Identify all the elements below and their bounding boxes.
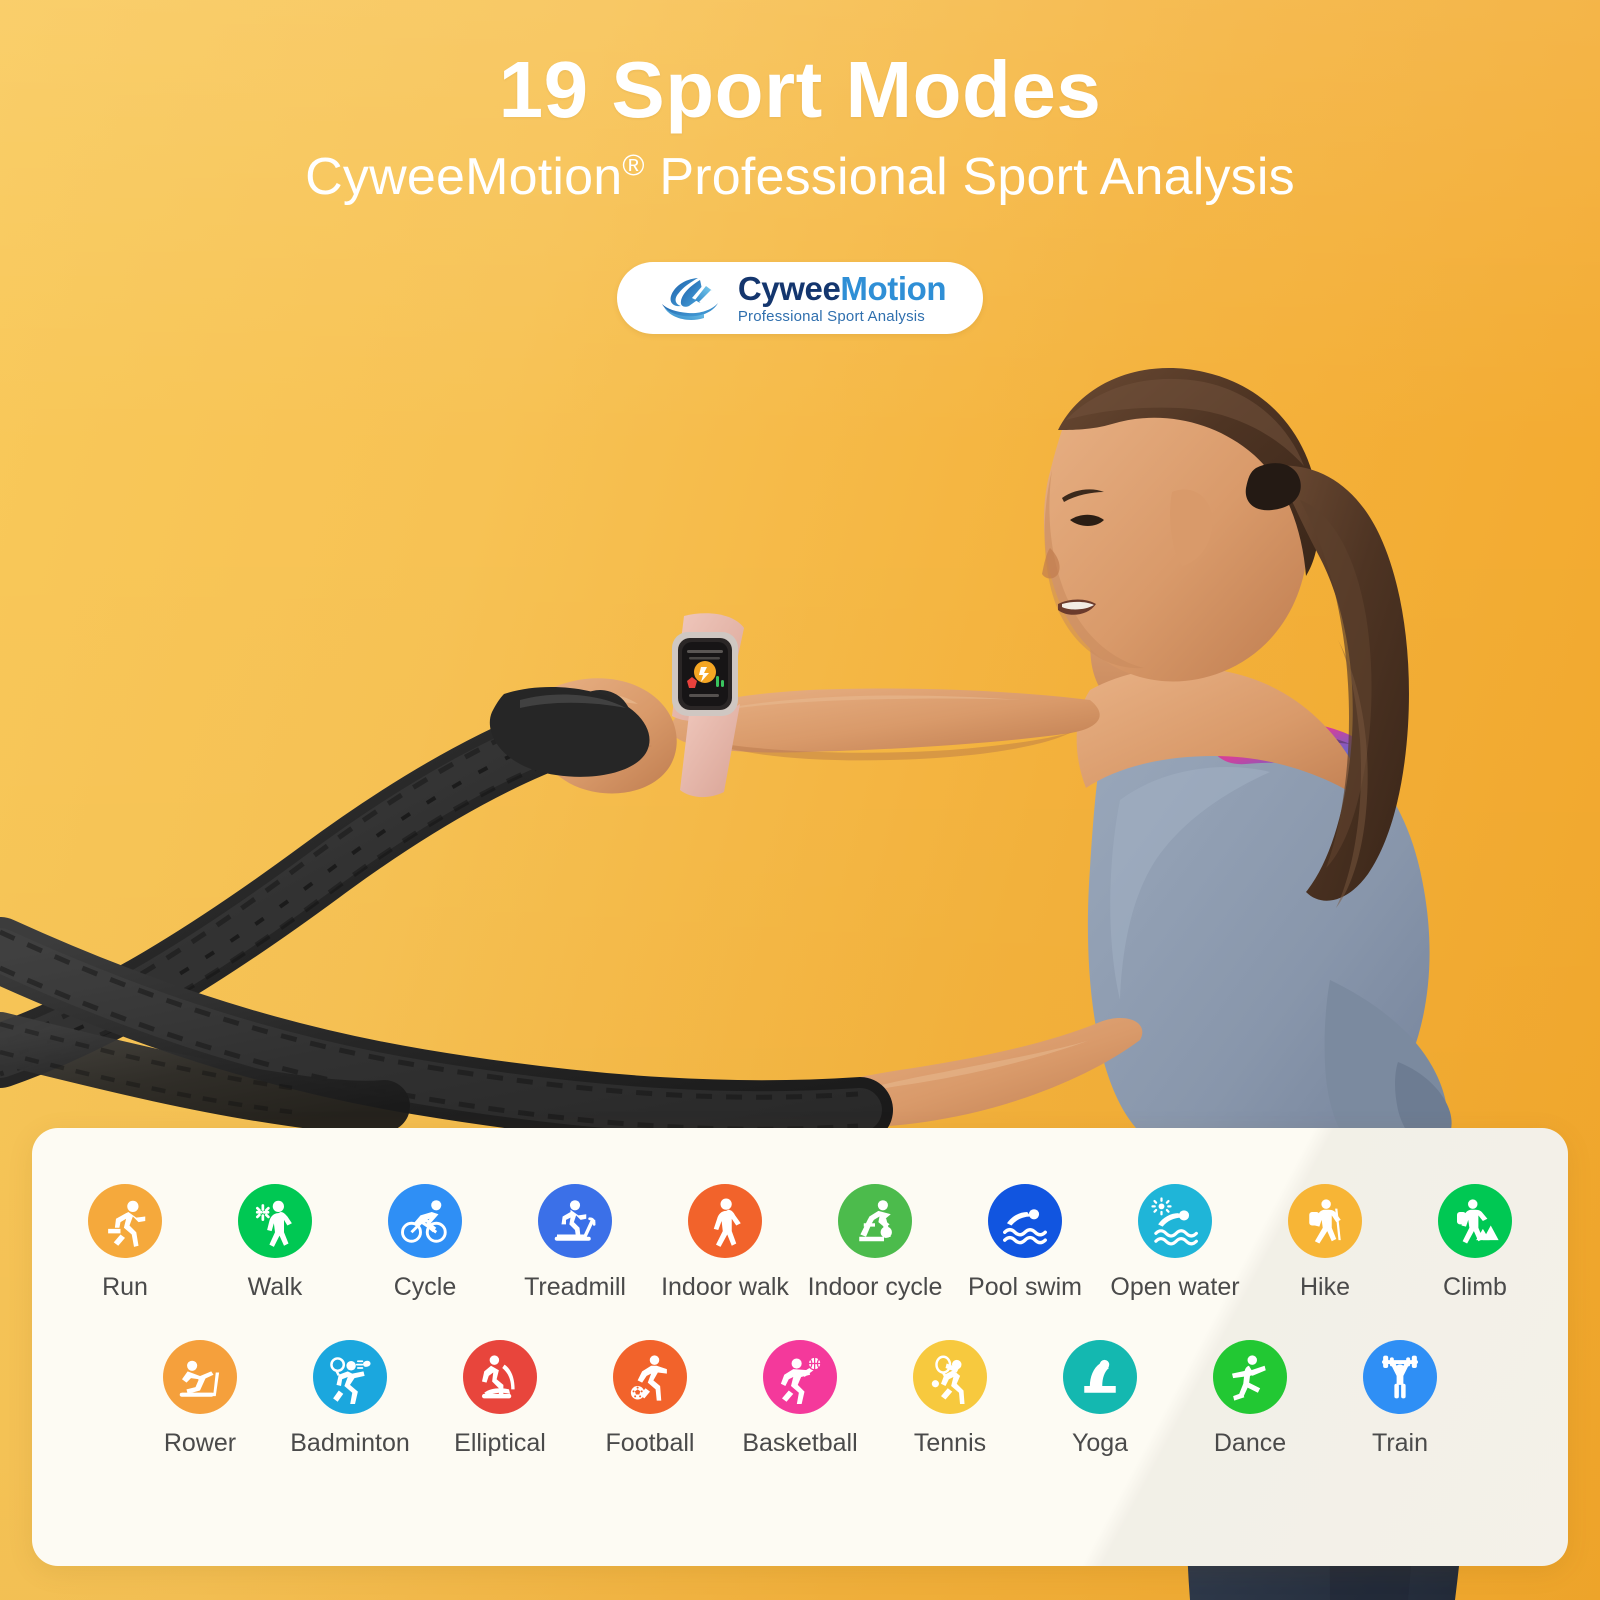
sport-item-train[interactable]: Train <box>1325 1340 1475 1458</box>
sport-item-treadmill[interactable]: Treadmill <box>500 1184 650 1302</box>
sport-item-football[interactable]: Football <box>575 1340 725 1458</box>
dancer-icon <box>1213 1340 1287 1414</box>
sport-label: Train <box>1371 1429 1429 1457</box>
subtitle-tail: Professional Sport Analysis <box>644 147 1295 206</box>
sport-label: Elliptical <box>454 1429 546 1457</box>
sport-label: Treadmill <box>524 1273 626 1301</box>
rowing-machine-icon <box>163 1340 237 1414</box>
sport-item-pool-swim[interactable]: Pool swim <box>950 1184 1100 1302</box>
basketball-icon <box>763 1340 837 1414</box>
sport-label: Run <box>102 1273 148 1301</box>
yoga-pose-icon <box>1063 1340 1137 1414</box>
wave-swoosh-icon <box>654 274 728 322</box>
sport-row-2: Rower Badminton Elliptical Football Bask… <box>32 1340 1568 1458</box>
logo-wordmark-part1: Cywee <box>737 270 841 307</box>
sport-label: Indoor walk <box>661 1273 789 1301</box>
football-icon <box>613 1340 687 1414</box>
sport-label: Yoga <box>1071 1429 1129 1457</box>
sport-item-indoor-walk[interactable]: Indoor walk <box>650 1184 800 1302</box>
sport-label: Climb <box>1443 1273 1507 1301</box>
sport-item-dance[interactable]: Dance <box>1175 1340 1325 1458</box>
sport-label: Hike <box>1299 1273 1350 1301</box>
smartwatch <box>672 613 744 798</box>
weightlifter-icon <box>1363 1340 1437 1414</box>
walking-person-sun-icon <box>238 1184 312 1258</box>
running-person-icon <box>88 1184 162 1258</box>
badminton-icon <box>313 1340 387 1414</box>
hiker-pole-icon <box>1288 1184 1362 1258</box>
sport-item-yoga[interactable]: Yoga <box>1025 1340 1175 1458</box>
sport-label: Cycle <box>393 1273 457 1301</box>
cyweemotion-logo-badge: CyweeMotion Professional Sport Analysis <box>617 262 983 334</box>
indoor-walking-icon <box>688 1184 762 1258</box>
sport-modes-card: Run Walk Cycle Treadmill Indoor walk Ind… <box>32 1128 1568 1566</box>
sport-label: Walk <box>247 1273 303 1301</box>
sport-label: Open water <box>1110 1273 1240 1301</box>
promo-poster: 19 Sport Modes CyweeMotion® Professional… <box>0 0 1600 1600</box>
sport-label: Basketball <box>742 1429 858 1457</box>
logo-tagline: Professional Sport Analysis <box>737 308 926 325</box>
sport-item-walk[interactable]: Walk <box>200 1184 350 1302</box>
sport-item-run[interactable]: Run <box>50 1184 200 1302</box>
sport-label: Badminton <box>290 1429 410 1457</box>
sport-item-basketball[interactable]: Basketball <box>725 1340 875 1458</box>
elliptical-icon <box>463 1340 537 1414</box>
poster-header: 19 Sport Modes CyweeMotion® Professional… <box>0 0 1600 206</box>
treadmill-icon <box>538 1184 612 1258</box>
sport-label: Indoor cycle <box>807 1273 943 1301</box>
subtitle-brand: CyweeMotion <box>305 147 623 206</box>
sport-row-1: Run Walk Cycle Treadmill Indoor walk Ind… <box>32 1184 1568 1302</box>
sport-item-climb[interactable]: Climb <box>1400 1184 1550 1302</box>
tennis-icon <box>913 1340 987 1414</box>
page-title: 19 Sport Modes <box>498 45 1102 134</box>
climber-mountain-icon <box>1438 1184 1512 1258</box>
logo-wordmark-part2: Motion <box>840 270 947 307</box>
sport-item-elliptical[interactable]: Elliptical <box>425 1340 575 1458</box>
page-subtitle: CyweeMotion® Professional Sport Analysis <box>0 147 1600 206</box>
sport-label: Dance <box>1213 1429 1287 1457</box>
sport-label: Football <box>605 1429 695 1457</box>
sport-label: Pool swim <box>968 1273 1082 1301</box>
spin-bike-icon <box>838 1184 912 1258</box>
sport-item-open-water[interactable]: Open water <box>1100 1184 1250 1302</box>
open-water-swimmer-icon <box>1138 1184 1212 1258</box>
sport-label: Rower <box>163 1429 237 1457</box>
logo-text-block: CyweeMotion Professional Sport Analysis <box>737 270 947 325</box>
sport-item-cycle[interactable]: Cycle <box>350 1184 500 1302</box>
swimmer-icon <box>988 1184 1062 1258</box>
registered-mark: ® <box>622 149 645 183</box>
logo-wordmark: CyweeMotion <box>737 270 947 307</box>
sport-item-badminton[interactable]: Badminton <box>275 1340 425 1458</box>
sport-item-hike[interactable]: Hike <box>1250 1184 1400 1302</box>
sport-item-indoor-cycle[interactable]: Indoor cycle <box>800 1184 950 1302</box>
sport-item-tennis[interactable]: Tennis <box>875 1340 1025 1458</box>
sport-label: Tennis <box>913 1429 987 1457</box>
sport-item-rower[interactable]: Rower <box>125 1340 275 1458</box>
cyclist-icon <box>388 1184 462 1258</box>
